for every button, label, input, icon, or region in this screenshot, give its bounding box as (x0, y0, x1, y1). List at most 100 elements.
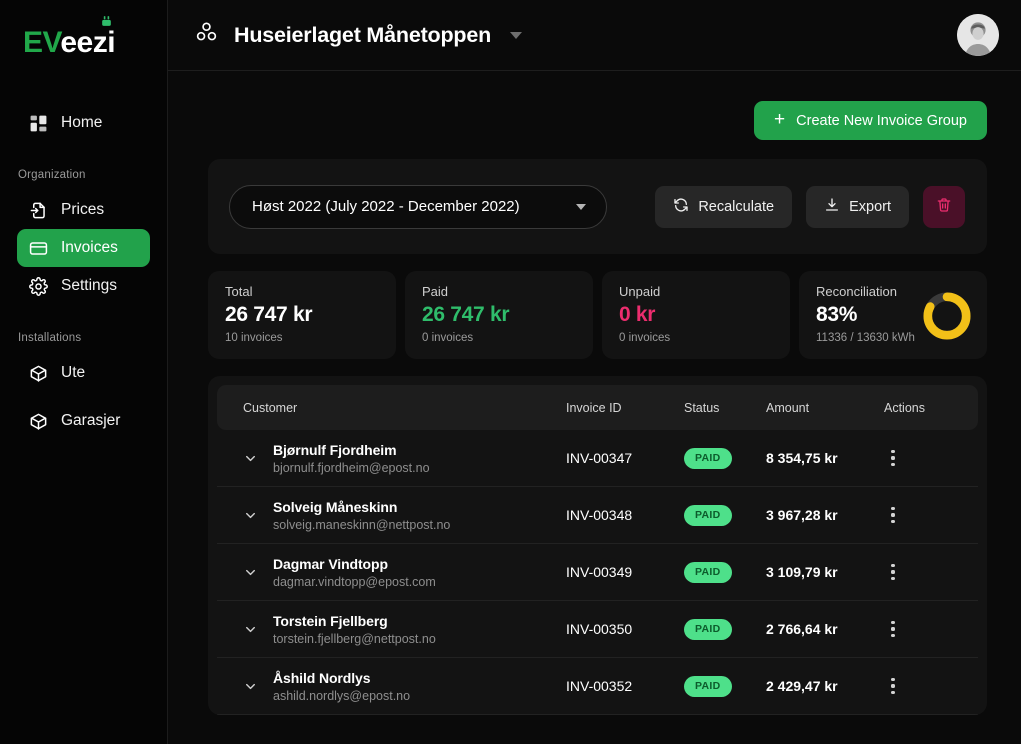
delete-invoice-group-button[interactable] (923, 185, 965, 228)
stat-sub: 0 invoices (422, 332, 474, 344)
primary-action-row: + Create New Invoice Group (208, 71, 987, 140)
stat-value: 0 kr (619, 303, 656, 326)
download-icon (824, 197, 840, 217)
app-root: EVeezi Home Organization Prices Invoices… (0, 0, 1021, 744)
stat-sub: 0 invoices (619, 332, 671, 344)
export-button[interactable]: Export (806, 185, 909, 228)
row-actions-menu-icon[interactable] (884, 564, 902, 580)
cell-amount: 2 766,64 kr (766, 621, 838, 637)
table-row[interactable]: Torstein Fjellberg torstein.fjellberg@ne… (217, 601, 978, 658)
customer-name: Torstein Fjellberg (273, 612, 388, 629)
table-body: Bjørnulf Fjordheim bjornulf.fjordheim@ep… (217, 430, 978, 715)
customer-name: Solveig Måneskinn (273, 498, 398, 515)
brand-logo[interactable]: EVeezi (0, 0, 167, 86)
column-header-customer: Customer (243, 400, 298, 415)
sidebar: EVeezi Home Organization Prices Invoices… (0, 0, 168, 744)
invoices-table: Customer Invoice ID Status Amount Action… (208, 376, 987, 715)
trash-icon (936, 197, 952, 216)
plug-icon (102, 16, 111, 26)
status-badge: PAID (684, 504, 732, 526)
table-row[interactable]: Bjørnulf Fjordheim bjornulf.fjordheim@ep… (217, 430, 978, 487)
cell-actions (884, 507, 956, 523)
cell-amount: 3 109,79 kr (766, 564, 838, 580)
sidebar-item-label-invoices: Invoices (61, 239, 118, 256)
status-badge: PAID (684, 618, 732, 640)
export-label: Export (849, 198, 891, 215)
cell-customer: Åshild Nordlys ashild.nordlys@epost.no (273, 670, 566, 703)
chevron-down-icon (510, 31, 523, 39)
customer-email: bjornulf.fjordheim@epost.no (273, 460, 430, 475)
sidebar-section-organization: Organization (18, 169, 86, 181)
content-inner: + Create New Invoice Group Høst 2022 (Ju… (208, 71, 987, 715)
topbar: Huseierlaget Månetoppen (168, 0, 1021, 71)
sidebar-item-label-garasjer: Garasjer (61, 412, 121, 429)
stat-value: 26 747 kr (422, 303, 510, 326)
sidebar-item-settings[interactable]: Settings (17, 267, 150, 305)
stat-card-total: Total 26 747 kr 10 invoices (208, 271, 396, 359)
avatar[interactable] (957, 14, 999, 56)
cell-customer: Solveig Måneskinn solveig.maneskinn@nett… (273, 499, 566, 532)
sidebar-item-label-home: Home (61, 114, 103, 131)
create-invoice-group-button[interactable]: + Create New Invoice Group (754, 101, 987, 140)
row-actions-menu-icon[interactable] (884, 621, 902, 637)
sidebar-item-home[interactable]: Home (17, 104, 150, 142)
boxes-group-icon (194, 20, 219, 50)
row-actions-menu-icon[interactable] (884, 450, 902, 466)
row-actions-menu-icon[interactable] (884, 507, 902, 523)
sidebar-item-invoices[interactable]: Invoices (17, 229, 150, 267)
org-switcher[interactable]: Huseierlaget Månetoppen (194, 20, 523, 50)
stat-label: Unpaid (619, 284, 661, 299)
expand-row-chevron-down-icon[interactable] (243, 508, 273, 523)
table-header-row: Customer Invoice ID Status Amount Action… (217, 385, 978, 430)
expand-row-chevron-down-icon[interactable] (243, 679, 273, 694)
cell-invoice-id: INV-00349 (566, 564, 633, 580)
expand-row-chevron-down-icon[interactable] (243, 565, 273, 580)
row-actions-menu-icon[interactable] (884, 678, 902, 694)
chevron-down-icon (576, 203, 586, 210)
sidebar-item-ute[interactable]: Ute (17, 354, 150, 392)
status-badge: PAID (684, 447, 732, 469)
cube-icon (28, 363, 48, 383)
sidebar-item-label-settings: Settings (61, 277, 118, 294)
customer-email: ashild.nordlys@epost.no (273, 688, 411, 703)
logo-eezi-text: eezi (60, 26, 116, 59)
logo-ev-text: EV (23, 26, 61, 59)
invoice-group-toolbar: Høst 2022 (July 2022 - December 2022) Re… (208, 159, 987, 254)
recalculate-button[interactable]: Recalculate (655, 185, 793, 228)
table-row[interactable]: Dagmar Vindtopp dagmar.vindtopp@epost.co… (217, 544, 978, 601)
sidebar-item-label-prices: Prices (61, 201, 105, 218)
cell-customer: Torstein Fjellberg torstein.fjellberg@ne… (273, 613, 566, 646)
period-select[interactable]: Høst 2022 (July 2022 - December 2022) (229, 184, 607, 229)
column-header-amount: Amount (766, 400, 810, 415)
status-badge: PAID (684, 675, 732, 697)
sidebar-item-prices[interactable]: Prices (17, 191, 150, 229)
main-area: Huseierlaget Månetoppen + Create New Inv… (168, 0, 1021, 744)
cell-invoice-id: INV-00350 (566, 621, 633, 637)
stat-value: 26 747 kr (225, 303, 313, 326)
table-row[interactable]: Solveig Måneskinn solveig.maneskinn@nett… (217, 487, 978, 544)
stat-label: Paid (422, 284, 449, 299)
plus-icon: + (774, 109, 786, 130)
gear-icon (28, 276, 48, 296)
customer-email: solveig.maneskinn@nettpost.no (273, 517, 451, 532)
customer-name: Bjørnulf Fjordheim (273, 441, 397, 458)
stat-card-unpaid: Unpaid 0 kr 0 invoices (602, 271, 790, 359)
cell-amount: 3 967,28 kr (766, 507, 838, 523)
cell-status: PAID (684, 675, 766, 697)
expand-row-chevron-down-icon[interactable] (243, 451, 273, 466)
status-badge: PAID (684, 561, 732, 583)
content-area: + Create New Invoice Group Høst 2022 (Ju… (168, 71, 1021, 744)
cell-status: PAID (684, 561, 766, 583)
sidebar-section-installations: Installations (18, 332, 82, 344)
cell-customer: Dagmar Vindtopp dagmar.vindtopp@epost.co… (273, 556, 566, 589)
stat-label: Total (225, 284, 253, 299)
column-header-actions: Actions (884, 400, 925, 415)
sidebar-item-garasjer[interactable]: Garasjer (17, 402, 150, 440)
customer-email: torstein.fjellberg@nettpost.no (273, 631, 436, 646)
credit-card-icon (28, 238, 48, 258)
cube-icon (28, 411, 48, 431)
cell-invoice-id: INV-00352 (566, 678, 633, 694)
table-row[interactable]: Åshild Nordlys ashild.nordlys@epost.no I… (217, 658, 978, 715)
customer-name: Dagmar Vindtopp (273, 555, 388, 572)
expand-row-chevron-down-icon[interactable] (243, 622, 273, 637)
